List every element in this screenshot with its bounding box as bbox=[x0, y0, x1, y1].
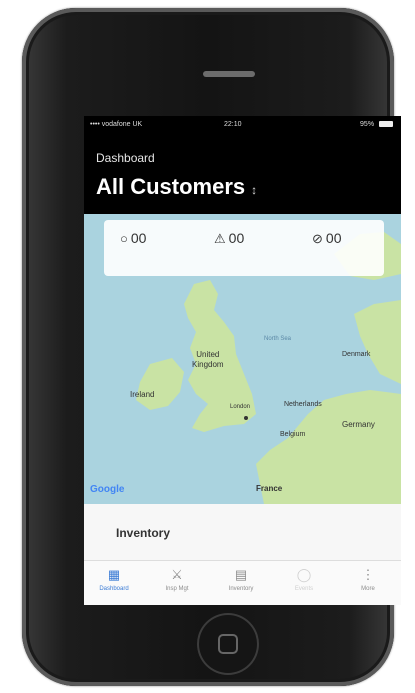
map-label-france: France bbox=[256, 484, 283, 493]
tab-label: Insp Mgt bbox=[165, 586, 189, 592]
tab-insp-mgt[interactable]: ⚔ Insp Mgt bbox=[147, 567, 207, 592]
drop-count: 00 bbox=[130, 230, 147, 246]
map-label-ireland: Ireland bbox=[130, 390, 155, 399]
map-label-denmark: Denmark bbox=[342, 351, 371, 358]
grid-icon: ▦ bbox=[107, 567, 121, 582]
blocked-icon: ⊘ bbox=[312, 231, 323, 246]
inspection-icon: ⚔ bbox=[171, 567, 183, 582]
tab-label: Inventory bbox=[228, 586, 254, 592]
blocked-stat[interactable]: ⊘ 00 bbox=[312, 230, 341, 247]
more-icon: ⋮ bbox=[361, 567, 375, 582]
ireland-shape bbox=[136, 358, 184, 410]
tab-label: Dashboard bbox=[99, 586, 129, 592]
phone-frame: •••• vodafone UK 22:10 95% Dashboard All… bbox=[22, 8, 401, 686]
map-label-london: London bbox=[230, 404, 251, 410]
tab-inventory[interactable]: ▤ Inventory bbox=[211, 567, 271, 592]
tab-dashboard[interactable]: ▦ Dashboard bbox=[84, 567, 144, 592]
london-marker[interactable] bbox=[244, 416, 248, 420]
home-square-icon bbox=[218, 634, 238, 654]
bottom-tab-bar: ▦ Dashboard ⚔ Insp Mgt ▤ Inventory ◯ Eve… bbox=[84, 560, 401, 605]
sort-arrows-icon[interactable]: ↕ bbox=[251, 183, 257, 197]
map-label-uk: United Kingdom bbox=[192, 350, 224, 369]
map-label-belgium: Belgium bbox=[280, 431, 306, 438]
status-bar: •••• vodafone UK 22:10 95% bbox=[84, 116, 401, 134]
tab-events[interactable]: ◯ Events bbox=[274, 567, 334, 592]
warning-count: 00 bbox=[228, 230, 245, 246]
speaker-grille bbox=[203, 71, 255, 77]
battery-indicator: 95% bbox=[360, 121, 393, 128]
denmark-shape bbox=[354, 300, 401, 384]
page-title: All Customers bbox=[96, 174, 246, 199]
battery-icon bbox=[379, 121, 393, 128]
app-screen: •••• vodafone UK 22:10 95% Dashboard All… bbox=[84, 116, 401, 605]
drop-icon: ○ bbox=[120, 231, 128, 246]
google-attribution-logo: Google bbox=[90, 484, 124, 495]
tab-label: More bbox=[361, 586, 375, 592]
carrier-label: •••• vodafone UK bbox=[90, 121, 143, 128]
tab-label: Events bbox=[294, 586, 314, 592]
drop-stat[interactable]: ○ 00 bbox=[120, 230, 146, 246]
inventory-title: Inventory bbox=[116, 526, 171, 540]
customer-selector[interactable]: All Customers ↕ bbox=[96, 174, 257, 200]
home-button[interactable] bbox=[197, 613, 259, 675]
breadcrumb[interactable]: Dashboard bbox=[96, 151, 155, 165]
warning-icon: ⚠ bbox=[214, 231, 226, 246]
events-icon: ◯ bbox=[296, 567, 312, 582]
google-attribution-text: Google bbox=[90, 484, 125, 495]
map-view[interactable]: ○ 00 ⚠ 00 ⊘ 00 United Kingdom Ireland Londo… bbox=[84, 214, 401, 504]
inventory-icon: ▤ bbox=[234, 567, 248, 582]
blocked-count: 00 bbox=[325, 230, 342, 246]
map-label-netherlands: Netherlands bbox=[284, 401, 322, 408]
tab-more[interactable]: ⋮ More bbox=[338, 567, 398, 592]
clock-label: 22:10 bbox=[224, 121, 242, 128]
map-label-germany: Germany bbox=[342, 420, 375, 429]
map-label-north-sea: North Sea bbox=[264, 336, 292, 342]
inventory-panel[interactable]: Inventory bbox=[84, 504, 401, 560]
warning-stat[interactable]: ⚠ 00 bbox=[214, 230, 244, 247]
battery-label: 95% bbox=[360, 121, 375, 128]
alerts-summary-card: ○ 00 ⚠ 00 ⊘ 00 bbox=[104, 220, 384, 276]
